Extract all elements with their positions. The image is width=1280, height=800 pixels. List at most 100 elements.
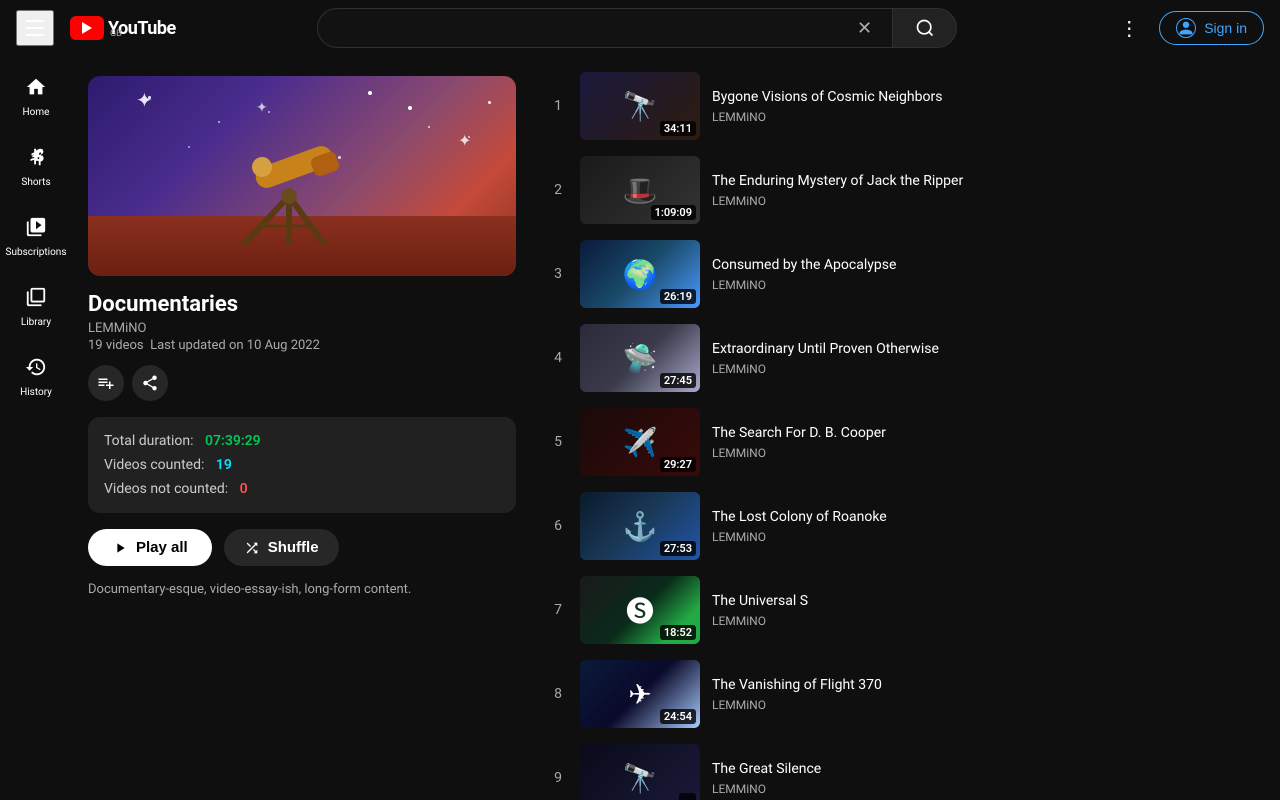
- video-thumbnail: 🛸 27:45: [580, 324, 700, 392]
- video-info: Extraordinary Until Proven Otherwise LEM…: [712, 340, 1264, 376]
- topnav-left: YouTube GB: [16, 10, 236, 46]
- videos-not-counted-label: Videos not counted:: [104, 481, 228, 497]
- subscriptions-icon: [25, 216, 47, 243]
- search-submit-button[interactable]: [893, 8, 957, 48]
- telescope-art: [224, 126, 354, 246]
- total-duration-value: 07:39:29: [205, 433, 261, 449]
- video-info: Consumed by the Apocalypse LEMMiNO: [712, 256, 1264, 292]
- thumb-icon: ⚓: [623, 510, 658, 543]
- stat-row-not-counted: Videos not counted: 0: [104, 481, 500, 497]
- thumb-icon: 🌍: [623, 258, 658, 291]
- video-info: The Vanishing of Flight 370 LEMMiNO: [712, 676, 1264, 712]
- video-title: Consumed by the Apocalypse: [712, 256, 1264, 274]
- play-all-label: Play all: [136, 539, 188, 556]
- sign-in-button[interactable]: Sign in: [1159, 11, 1264, 45]
- video-info: The Lost Colony of Roanoke LEMMiNO: [712, 508, 1264, 544]
- sidebar-library-label: Library: [21, 317, 51, 328]
- video-thumbnail: ✈ 24:54: [580, 660, 700, 728]
- video-item[interactable]: 1 🔭 34:11 Bygone Visions of Cosmic Neigh…: [532, 64, 1280, 148]
- sidebar-item-history[interactable]: History: [4, 344, 68, 410]
- video-number: 5: [548, 434, 568, 450]
- library-icon: [25, 286, 47, 313]
- share-button[interactable]: [132, 365, 168, 401]
- search-input[interactable]: lemmino: [334, 19, 853, 37]
- search-container: lemmino ✕: [317, 8, 957, 48]
- video-item[interactable]: 3 🌍 26:19 Consumed by the Apocalypse LEM…: [532, 232, 1280, 316]
- video-item[interactable]: 2 🎩 1:09:09 The Enduring Mystery of Jack…: [532, 148, 1280, 232]
- thumbnail-art: ✦ ✦ ✦ ✦: [88, 76, 516, 276]
- video-info: The Universal S LEMMiNO: [712, 592, 1264, 628]
- sidebar-history-label: History: [20, 387, 52, 398]
- video-thumbnail: 🌍 26:19: [580, 240, 700, 308]
- videos-counted-label: Videos counted:: [104, 457, 204, 473]
- save-to-playlist-button[interactable]: [88, 365, 124, 401]
- playlist-video-count: 19 videos: [88, 338, 144, 353]
- more-options-button[interactable]: ⋮: [1111, 8, 1147, 49]
- video-duration: 18:52: [660, 625, 696, 640]
- video-thumbnail: 🎩 1:09:09: [580, 156, 700, 224]
- thumb-icon: ✈: [628, 678, 651, 711]
- video-duration: 34:11: [660, 121, 696, 136]
- video-title: The Enduring Mystery of Jack the Ripper: [712, 172, 1264, 190]
- video-duration: 27:53: [660, 541, 696, 556]
- video-item[interactable]: 6 ⚓ 27:53 The Lost Colony of Roanoke LEM…: [532, 484, 1280, 568]
- sidebar-item-home[interactable]: Home: [4, 64, 68, 130]
- sidebar-item-shorts[interactable]: Shorts: [4, 134, 68, 200]
- youtube-country-code: GB: [110, 29, 122, 39]
- video-number: 8: [548, 686, 568, 702]
- playlist-thumbnail: ✦ ✦ ✦ ✦: [88, 76, 516, 276]
- video-title: Bygone Visions of Cosmic Neighbors: [712, 88, 1264, 106]
- youtube-logo[interactable]: YouTube GB: [70, 16, 176, 40]
- video-channel: LEMMiNO: [712, 446, 1264, 460]
- video-channel: LEMMiNO: [712, 698, 1264, 712]
- video-title: The Vanishing of Flight 370: [712, 676, 1264, 694]
- video-duration: 26:19: [660, 289, 696, 304]
- sidebar-item-subscriptions[interactable]: Subscriptions: [4, 204, 68, 270]
- play-shuffle-row: Play all Shuffle: [88, 529, 516, 566]
- video-number: 9: [548, 770, 568, 786]
- shorts-icon: [25, 146, 47, 173]
- account-icon: [1176, 18, 1196, 38]
- history-icon: [25, 356, 47, 383]
- video-list: 1 🔭 34:11 Bygone Visions of Cosmic Neigh…: [532, 56, 1280, 800]
- sign-in-label: Sign in: [1204, 20, 1247, 36]
- video-item[interactable]: 7 🅢 18:52 The Universal S LEMMiNO: [532, 568, 1280, 652]
- search-clear-button[interactable]: ✕: [853, 14, 876, 43]
- thumb-icon: ✈️: [623, 426, 658, 459]
- thumb-icon: 🔭: [623, 762, 658, 795]
- video-item[interactable]: 5 ✈️ 29:27 The Search For D. B. Cooper L…: [532, 400, 1280, 484]
- menu-button[interactable]: [16, 10, 54, 46]
- video-title: Extraordinary Until Proven Otherwise: [712, 340, 1264, 358]
- video-item[interactable]: 9 🔭 ... The Great Silence LEMMiNO: [532, 736, 1280, 800]
- sidebar-item-library[interactable]: Library: [4, 274, 68, 340]
- video-channel: LEMMiNO: [712, 194, 1264, 208]
- thumb-icon: 🛸: [623, 342, 658, 375]
- video-channel: LEMMiNO: [712, 278, 1264, 292]
- video-item[interactable]: 4 🛸 27:45 Extraordinary Until Proven Oth…: [532, 316, 1280, 400]
- video-info: The Enduring Mystery of Jack the Ripper …: [712, 172, 1264, 208]
- video-number: 1: [548, 98, 568, 114]
- stat-row-counted: Videos counted: 19: [104, 457, 500, 473]
- videos-counted-value: 19: [216, 457, 232, 473]
- video-info: Bygone Visions of Cosmic Neighbors LEMMi…: [712, 88, 1264, 124]
- video-thumbnail: 🅢 18:52: [580, 576, 700, 644]
- playlist-panel: ✦ ✦ ✦ ✦: [72, 56, 532, 800]
- share-icon: [141, 374, 159, 392]
- video-title: The Great Silence: [712, 760, 1264, 778]
- video-number: 7: [548, 602, 568, 618]
- sidebar-shorts-label: Shorts: [21, 177, 50, 188]
- video-info: The Search For D. B. Cooper LEMMiNO: [712, 424, 1264, 460]
- playlist-meta: 19 videos Last updated on 10 Aug 2022: [88, 338, 516, 353]
- shuffle-button[interactable]: Shuffle: [224, 529, 339, 566]
- play-all-button[interactable]: Play all: [88, 529, 212, 566]
- video-item[interactable]: 8 ✈ 24:54 The Vanishing of Flight 370 LE…: [532, 652, 1280, 736]
- playlist-title: Documentaries: [88, 292, 516, 317]
- video-channel: LEMMiNO: [712, 614, 1264, 628]
- top-navigation: YouTube GB lemmino ✕ ⋮ Sign in: [0, 0, 1280, 56]
- playlist-channel: LEMMiNO: [88, 321, 516, 336]
- video-thumbnail: ⚓ 27:53: [580, 492, 700, 560]
- youtube-logo-icon: [70, 16, 104, 40]
- thumb-icon: 🔭: [623, 90, 658, 123]
- sidebar: Home Shorts Subscriptions Library Histor…: [0, 56, 72, 800]
- video-number: 4: [548, 350, 568, 366]
